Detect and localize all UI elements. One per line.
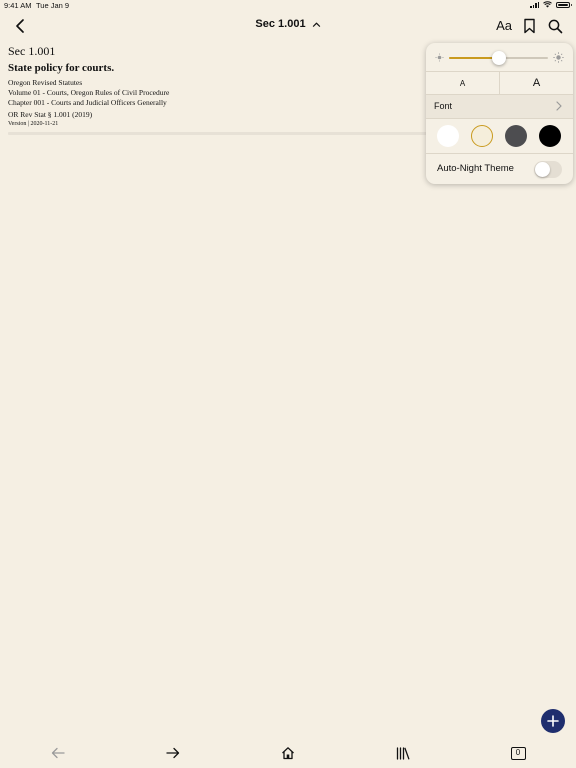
home-button[interactable] bbox=[278, 744, 298, 762]
status-indicators bbox=[530, 1, 572, 8]
tab-count-badge: 0 bbox=[510, 746, 526, 760]
wifi-icon bbox=[543, 1, 552, 8]
theme-gray-swatch[interactable] bbox=[505, 125, 527, 147]
nav-actions: Aa bbox=[496, 17, 564, 35]
auto-night-row: Auto-Night Theme bbox=[426, 154, 573, 184]
reader-settings-popover: A A Font Auto-Night Theme bbox=[426, 43, 573, 184]
arrow-left-icon bbox=[51, 747, 65, 759]
bookmark-icon bbox=[523, 18, 535, 34]
search-icon bbox=[548, 19, 562, 33]
text-size-row: A A bbox=[426, 72, 573, 95]
library-icon bbox=[396, 746, 410, 760]
text-settings-button[interactable]: Aa bbox=[496, 17, 512, 35]
history-forward-button[interactable] bbox=[163, 744, 183, 762]
font-row[interactable]: Font bbox=[426, 95, 573, 119]
brightness-slider-thumb[interactable] bbox=[491, 51, 506, 65]
status-date: Tue Jan 9 bbox=[36, 1, 70, 10]
brightness-slider[interactable] bbox=[449, 51, 548, 65]
battery-icon bbox=[556, 1, 572, 8]
chevron-up-icon bbox=[312, 22, 320, 27]
section-title-button[interactable]: Sec 1.001 bbox=[0, 18, 576, 30]
history-back-button[interactable] bbox=[48, 744, 68, 762]
chevron-right-icon bbox=[556, 101, 562, 111]
auto-night-label: Auto-Night Theme bbox=[437, 163, 514, 174]
plus-icon bbox=[547, 715, 559, 727]
brightness-row bbox=[426, 43, 573, 72]
status-time: 9:41 AM bbox=[4, 1, 32, 10]
theme-white-swatch[interactable] bbox=[437, 125, 459, 147]
theme-sepia-swatch[interactable] bbox=[471, 125, 493, 147]
nav-bar: Sec 1.001 Aa bbox=[0, 12, 576, 40]
arrow-right-icon bbox=[166, 747, 180, 759]
divider bbox=[8, 132, 428, 135]
theme-row bbox=[426, 119, 573, 154]
size-small-label: A bbox=[459, 78, 466, 88]
bookmark-button[interactable] bbox=[520, 17, 538, 35]
theme-black-swatch[interactable] bbox=[539, 125, 561, 147]
library-button[interactable] bbox=[393, 744, 413, 762]
decrease-text-size-button[interactable]: A bbox=[426, 72, 499, 94]
toggle-knob bbox=[535, 162, 550, 177]
size-large-label: A bbox=[532, 77, 541, 89]
search-button[interactable] bbox=[546, 17, 564, 35]
home-icon bbox=[282, 747, 294, 760]
font-label: Font bbox=[434, 101, 453, 111]
brightness-high-icon bbox=[553, 52, 564, 63]
tabs-button[interactable]: 0 bbox=[508, 744, 528, 762]
nav-title: Sec 1.001 bbox=[255, 18, 306, 30]
add-button[interactable] bbox=[541, 709, 565, 733]
auto-night-toggle[interactable] bbox=[534, 161, 562, 178]
brightness-low-icon bbox=[435, 53, 444, 62]
increase-text-size-button[interactable]: A bbox=[500, 72, 573, 94]
status-bar: 9:41 AM Tue Jan 9 bbox=[0, 0, 576, 12]
cellular-signal-icon bbox=[530, 1, 539, 8]
bottom-toolbar: 0 bbox=[0, 740, 576, 768]
